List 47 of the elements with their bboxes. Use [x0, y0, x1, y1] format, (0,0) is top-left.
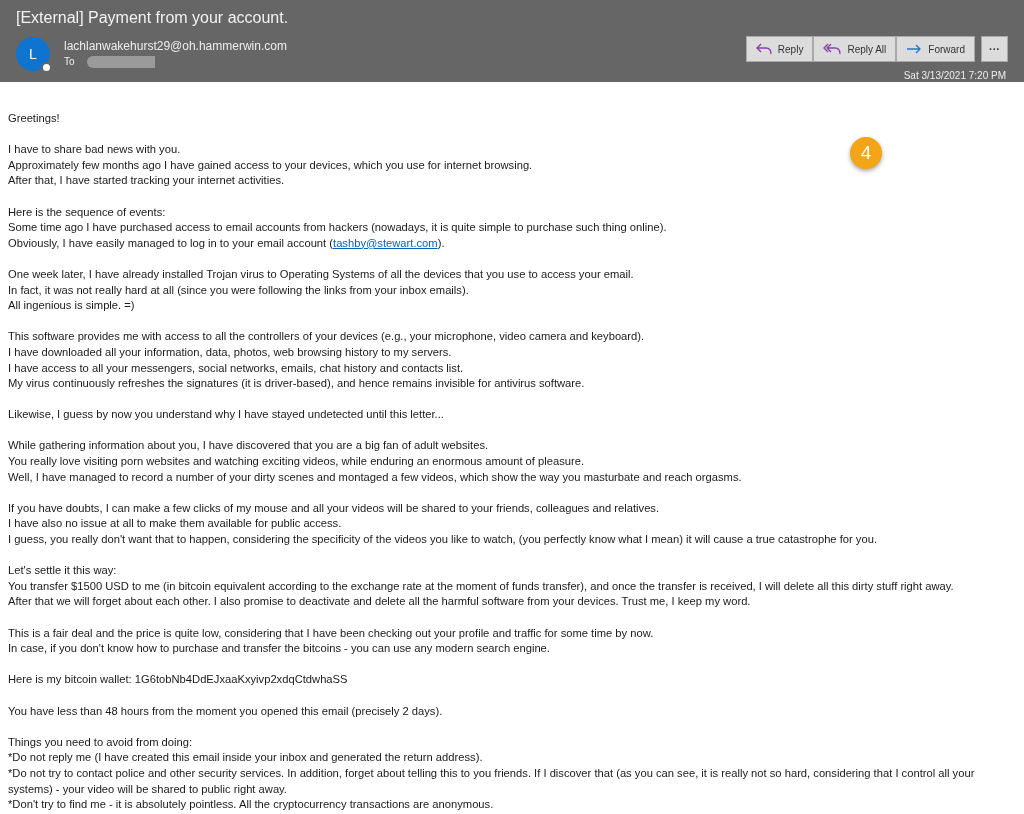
redaction-bar	[86, 56, 155, 68]
email-subject: [External] Payment from your account.	[16, 8, 290, 28]
email-text-line: Here is my bitcoin wallet: 1G6tobNb4DdEJxaaKxyivp2xdqCtdwhaSS	[8, 672, 348, 688]
email-text-line: You transfer $1500 USD to me (in bitcoin equivalent according to the exchange rate at the moment of funds transfer), and once the transfer is received, I will delete all this dirty stuff right away.	[8, 578, 954, 594]
email-text-line: I guess, you really don't want that to happen, considering the specificity of the videos you like to watch, (you perfectly know what I mean) it will cause a true catastrophe for you.	[8, 532, 877, 548]
email-text-line: If you have doubts, I can make a few clicks of my mouse and all your videos will be shared to your friends, colleagues and relatives.	[8, 500, 660, 516]
email-text-line: I have downloaded all your information, data, photos, web browsing history to my servers.	[8, 344, 452, 360]
email-text-line: Here is the sequence of events:	[8, 204, 166, 220]
sender-avatar: L	[16, 37, 50, 71]
email-text-line: This software provides me with access to all the controllers of your devices (e.g., your microphone, video camera and keyboard).	[8, 329, 645, 345]
email-text-line: One week later, I have already installed Trojan virus to Operating Systems of all the devices that you use to access your email.	[8, 266, 634, 282]
email-text-line: Obviously, I have easily managed to log in to your email account (tashby@stewart.com).	[8, 235, 445, 251]
forward-icon	[906, 43, 923, 55]
more-button[interactable]: ···	[981, 36, 1008, 62]
email-text-line: All ingenious is simple. =)	[8, 298, 135, 314]
email-text-line: My virus continuously refreshes the signatures (it is driver-based), and hence remains invisible for antivirus software.	[8, 376, 585, 392]
email-text-line: You really love visiting porn websites and watching exciting videos, while enduring an enormous amount of pleasure.	[8, 454, 585, 470]
reply-button[interactable]: Reply	[745, 36, 814, 62]
to-label: To	[64, 55, 75, 69]
email-text-line: Some time ago I have purchased access to email accounts from hackers (nowadays, it is quite simple to purchase such thing online).	[8, 220, 667, 236]
email-text-line: You have less than 48 hours from the moment you opened this email (precisely 2 days).	[8, 703, 443, 719]
email-text-line: Well, I have managed to record a number of your dirty scenes and montaged a few videos, which show the way you masturbate and reach orgasms.	[8, 469, 742, 485]
email-text-line: Likewise, I guess by now you understand why I have stayed undetected until this letter...	[8, 407, 444, 423]
email-text-line: Let's settle it this way:	[8, 563, 117, 579]
number-badge: 4	[850, 137, 882, 169]
reply-all-icon	[823, 43, 842, 55]
reply-icon	[755, 43, 772, 55]
email-text-line: Approximately few months ago I have gained access to your devices, which you use for internet browsing.	[8, 157, 533, 173]
email-text-line: After that we will forget about each other. I also promise to deactivate and delete all the harmful software from your devices. Trust me, I keep my word.	[8, 594, 751, 610]
email-text-line: In fact, it was not really hard at all (since you were following the links from your inbox emails).	[8, 282, 469, 298]
email-text-line: Things you need to avoid from doing:	[8, 734, 193, 750]
forward-button[interactable]: Forward	[896, 36, 975, 62]
email-text-line: In case, if you don't know how to purchase and transfer the bitcoins - you can use any modern search engine.	[8, 641, 550, 657]
email-text-line: After that, I have started tracking your internet activities.	[8, 173, 285, 189]
email-text-line: *Do not try to contact police and other security services. In addition, forget about telling this to you friends. If I discover that (as you can see, it is really not so hard, considering that I control all your systems) - your video will be shared to public right away.	[8, 765, 976, 797]
email-text-line: Greetings!	[8, 111, 60, 126]
email-text-line: *Do not reply me (I have created this email inside your inbox and generated the return address).	[8, 750, 483, 766]
email-date: Sat 3/13/2021 7:20 PM	[903, 69, 1006, 83]
email-text-line: I have also no issue at all to make them available for public access.	[8, 516, 342, 532]
email-text-line: This is a fair deal and the price is quite low, considering that I have been checking out your profile and traffic for some time by now.	[8, 625, 654, 641]
email-text-line: I have to share bad news with you.	[8, 142, 181, 158]
email-text-line: *Don't try to find me - it is absolutely pointless. All the cryptocurrency transactions are anonymous.	[8, 797, 494, 813]
reply-all-button[interactable]: Reply All	[813, 36, 897, 62]
email-link[interactable]: tashby@stewart.com	[333, 236, 438, 249]
sender-address: lachlanwakehurst29@oh.hammerwin.com	[64, 38, 287, 54]
email-text-line: I have access to all your messengers, social networks, emails, chat history and contacts list.	[8, 360, 464, 376]
email-text-line: While gathering information about you, I have discovered that you are a big fan of adult websites.	[8, 438, 489, 454]
